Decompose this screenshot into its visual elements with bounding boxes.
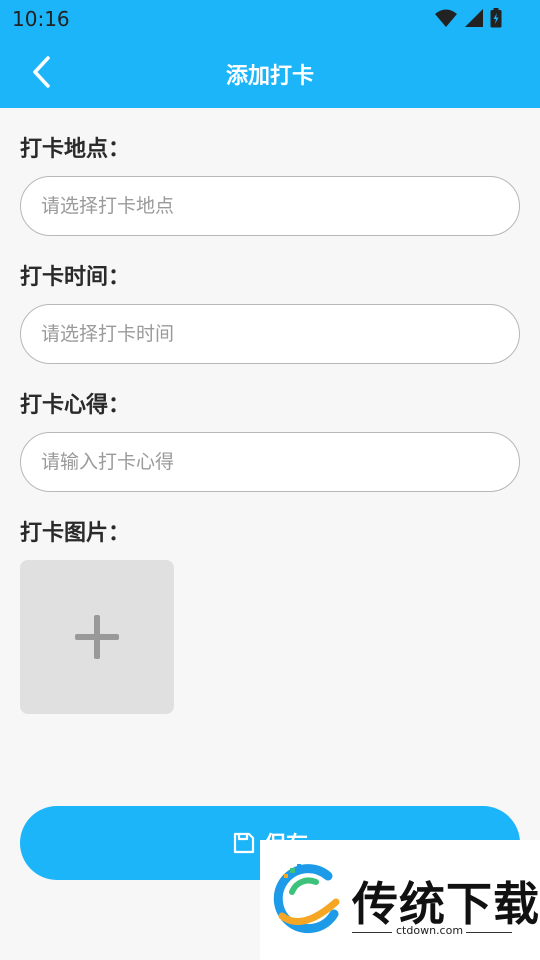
signal-icon [465,9,483,27]
watermark-url: ctdown.com [396,924,464,937]
time-input[interactable] [20,304,520,364]
add-image-button[interactable] [20,560,174,714]
notes-input[interactable] [20,432,520,492]
watermark-divider [466,932,512,933]
watermark-divider [352,932,392,933]
time-label: 打卡时间： [20,265,131,290]
location-label: 打卡地点： [20,137,131,162]
image-label: 打卡图片： [20,521,131,546]
status-time: 10:16 [12,7,70,31]
plus-icon [75,615,119,659]
ctdown-logo-icon [273,864,340,934]
wifi-icon [435,9,457,27]
location-input[interactable] [20,176,520,236]
page-title: 添加打卡 [225,64,314,89]
app-bar: 添加打卡 [0,36,540,108]
notes-label: 打卡心得： [20,393,131,418]
battery-icon [490,8,502,28]
status-bar: 10:16 [0,0,540,36]
save-icon [233,832,255,854]
watermark: 传统下载 ctdown.com [260,840,540,960]
status-icons [434,8,502,28]
